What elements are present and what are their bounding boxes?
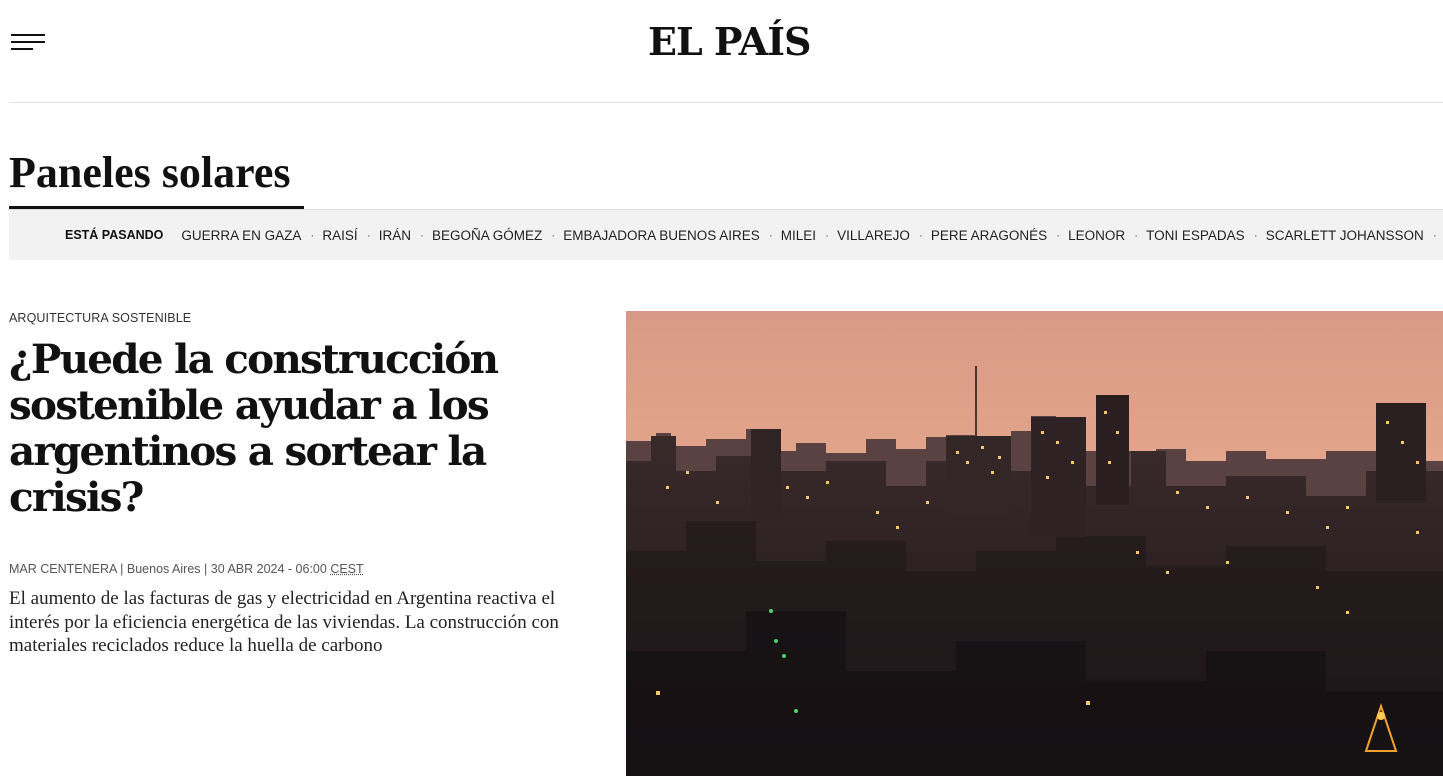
article-byline: MAR CENTENERA | Buenos Aires | 30 ABR 20… (9, 562, 364, 576)
trending-label: ESTÁ PASANDO (65, 228, 164, 242)
author-link[interactable]: MAR CENTENERA (9, 562, 117, 576)
trending-separator: · (768, 228, 773, 242)
trending-item[interactable]: VILLAREJO (837, 228, 910, 243)
hamburger-menu-icon[interactable] (11, 32, 47, 54)
trending-item[interactable]: EMBAJADORA BUENOS AIRES (563, 228, 760, 243)
trending-item[interactable]: BEGOÑA GÓMEZ (432, 228, 542, 243)
page-title: Paneles solares (9, 148, 291, 197)
byline-separator: | (204, 562, 211, 576)
article-summary: El aumento de las facturas de gas y elec… (9, 588, 559, 656)
trending-item[interactable]: GUERRA EN GAZA (181, 228, 301, 243)
article-timezone: CEST (330, 562, 364, 576)
byline-separator: | (120, 562, 127, 576)
trending-item[interactable]: RAISÍ (322, 228, 357, 243)
article-location: Buenos Aires (126, 562, 201, 576)
site-header: EL PAÍS (0, 0, 1443, 104)
trending-item[interactable]: IRÁN (379, 228, 411, 243)
trending-separator: · (310, 228, 315, 242)
trending-item[interactable]: PERE ARAGONÉS (931, 228, 1047, 243)
trending-separator: · (1253, 228, 1258, 242)
trending-separator: · (551, 228, 556, 242)
article-headline[interactable]: ¿Puede la construcción sostenible ayudar… (9, 336, 609, 520)
trending-separator: · (366, 228, 371, 242)
header-divider (9, 102, 1443, 103)
trending-bar: ESTÁ PASANDO GUERRA EN GAZA · RAISÍ · IRÁN · B… (9, 209, 1443, 260)
article-date: 30 ABR 2024 - 06:00 (210, 562, 327, 576)
trending-item[interactable]: SCARLETT JOHANSSON (1266, 228, 1424, 243)
trending-separator: · (1056, 228, 1061, 242)
article-image[interactable] (626, 311, 1443, 776)
trending-separator: · (918, 228, 923, 242)
trending-separator: · (419, 228, 424, 242)
city-skyline-sunset-image (626, 311, 1443, 776)
trending-separator: · (825, 228, 830, 242)
trending-item[interactable]: MILEI (781, 228, 816, 243)
trending-item[interactable]: LEONOR (1068, 228, 1125, 243)
trending-item[interactable]: TONI ESPADAS (1146, 228, 1245, 243)
site-logo[interactable]: EL PAÍS (648, 20, 811, 64)
trending-separator: · (1432, 228, 1437, 242)
trending-separator: · (1134, 228, 1139, 242)
article-kicker[interactable]: ARQUITECTURA SOSTENIBLE (9, 311, 191, 325)
trending-list: GUERRA EN GAZA · RAISÍ · IRÁN · BEGOÑA GÓMEZ · E… (181, 228, 1443, 243)
